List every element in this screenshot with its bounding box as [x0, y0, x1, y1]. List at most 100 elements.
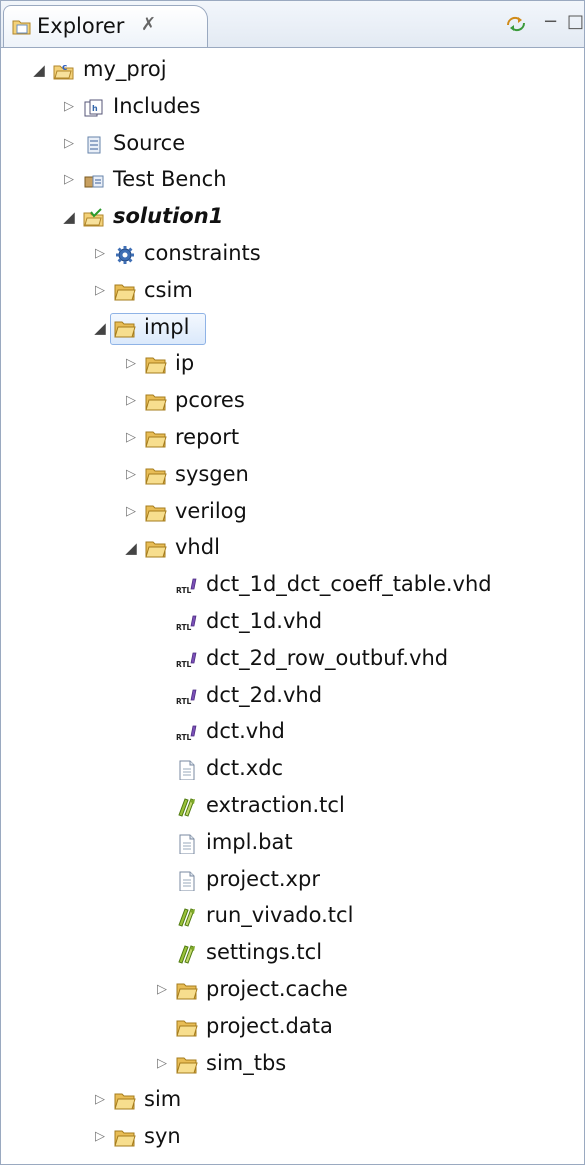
- close-icon[interactable]: ✗: [141, 14, 156, 35]
- svg-text:RTL: RTL: [176, 586, 192, 595]
- svg-text:h: h: [92, 104, 98, 113]
- expanded-twisty-icon[interactable]: ◢: [123, 538, 139, 558]
- collapsed-twisty-icon[interactable]: ▷: [92, 1127, 108, 1147]
- collapsed-twisty-icon[interactable]: ▷: [123, 428, 139, 448]
- minimize-button[interactable]: −: [543, 11, 558, 32]
- rtl-icon: RTL: [176, 615, 197, 632]
- folder-icon: [114, 1093, 136, 1110]
- tab-explorer[interactable]: Explorer ✗: [3, 5, 208, 47]
- tree-item[interactable]: RTL dct_1d.vhd: [1, 605, 584, 641]
- tab-label: Explorer: [37, 14, 125, 38]
- tree-item[interactable]: ◢ solution1: [1, 200, 584, 236]
- tree-item-label: vhdl: [175, 535, 220, 560]
- tree-item-label: project.xpr: [206, 866, 320, 891]
- link-editor-icon[interactable]: [504, 13, 528, 35]
- tree-item[interactable]: ▷ syn: [1, 1120, 584, 1156]
- collapsed-twisty-icon[interactable]: ▷: [61, 97, 77, 117]
- tree-item[interactable]: ▷ ip: [1, 347, 584, 383]
- tree-item-label: pcores: [175, 388, 245, 413]
- tree-item[interactable]: RTL dct_1d_dct_coeff_table.vhd: [1, 568, 584, 604]
- tree-item[interactable]: ◢ vhdl: [1, 531, 584, 567]
- maximize-button[interactable]: □: [567, 11, 584, 32]
- folder-icon: [145, 505, 167, 522]
- tree-item[interactable]: ▷ report: [1, 421, 584, 457]
- tcl-icon: [178, 945, 195, 964]
- tree-item[interactable]: ▷ constraints: [1, 237, 584, 273]
- tcl-icon: [178, 908, 195, 928]
- tree-item[interactable]: ▷ sim: [1, 1083, 584, 1119]
- collapsed-twisty-icon[interactable]: ▷: [123, 465, 139, 485]
- tree-item-label: verilog: [175, 498, 247, 523]
- tree-item[interactable]: ▷ h Includes: [1, 90, 584, 126]
- source-icon: [87, 136, 101, 154]
- tree-item-label: ip: [175, 351, 195, 376]
- tree-item-label: Test Bench: [113, 167, 227, 192]
- testbench-icon: [84, 175, 104, 188]
- collapsed-twisty-icon[interactable]: ▷: [123, 502, 139, 522]
- tree-item-label: dct_1d_dct_coeff_table.vhd: [206, 572, 492, 597]
- tree-item[interactable]: ▷ pcores: [1, 384, 584, 420]
- tree-item[interactable]: RTL dct.vhd: [1, 715, 584, 751]
- collapsed-twisty-icon[interactable]: ▷: [61, 134, 77, 154]
- tree-item-label: project.cache: [206, 977, 348, 1001]
- includes-icon: h: [84, 99, 103, 117]
- tree-item[interactable]: run_vivado.tcl: [1, 899, 584, 935]
- file-icon: [179, 834, 195, 854]
- folder-icon: [145, 541, 167, 558]
- rtl-icon: RTL: [176, 578, 197, 595]
- rtl-icon: RTL: [176, 726, 197, 742]
- tree-item[interactable]: ▷ sim_tbs: [1, 1047, 584, 1083]
- tree-item[interactable]: RTL dct_2d.vhd: [1, 679, 584, 715]
- collapsed-twisty-icon[interactable]: ▷: [92, 281, 108, 301]
- tree-item[interactable]: ◢ impl: [1, 311, 584, 347]
- tree-item[interactable]: ▷ project.cache: [1, 973, 584, 1009]
- collapsed-twisty-icon[interactable]: ▷: [154, 980, 170, 1000]
- tree-item[interactable]: ▷ verilog: [1, 495, 584, 531]
- expanded-twisty-icon[interactable]: ◢: [61, 207, 77, 227]
- tree-item[interactable]: ▷ sysgen: [1, 458, 584, 494]
- folder-icon: [176, 1020, 198, 1037]
- explorer-view: Explorer ✗ − □ ◢ c my_proj ▷ h Includes ▷ Sourc…: [0, 0, 585, 1165]
- tree-item[interactable]: ▷ Test Bench: [1, 163, 584, 199]
- tree-item[interactable]: RTL dct_2d_row_outbuf.vhd: [1, 642, 584, 678]
- tree-item[interactable]: project.xpr: [1, 863, 584, 899]
- tcl-icon: [178, 798, 195, 817]
- tree-item[interactable]: ▷ csim: [1, 274, 584, 310]
- svg-text:RTL: RTL: [176, 733, 192, 742]
- tree-item-label: settings.tcl: [206, 940, 323, 965]
- rtl-icon: RTL: [176, 689, 197, 706]
- tree-item-label: dct_1d.vhd: [206, 609, 323, 633]
- folder-icon: [114, 1130, 136, 1147]
- file-icon: [179, 871, 195, 891]
- svg-text:RTL: RTL: [176, 697, 192, 706]
- tree-item[interactable]: impl.bat: [1, 826, 584, 862]
- folder-icon: [145, 431, 167, 448]
- explorer-icon: [12, 20, 31, 35]
- folder-icon: [145, 394, 167, 411]
- tree-item[interactable]: extraction.tcl: [1, 789, 584, 825]
- tree-item[interactable]: ▷ Source: [1, 127, 584, 163]
- tree-item[interactable]: project.data: [1, 1010, 584, 1046]
- collapsed-twisty-icon[interactable]: ▷: [123, 391, 139, 411]
- tree-item-label: impl: [144, 314, 190, 339]
- tree-item-label: dct.xdc: [206, 756, 284, 781]
- folder-icon: [176, 1057, 198, 1074]
- collapsed-twisty-icon[interactable]: ▷: [61, 170, 77, 190]
- tree-item[interactable]: dct.xdc: [1, 752, 584, 788]
- expanded-twisty-icon[interactable]: ◢: [92, 318, 108, 338]
- collapsed-twisty-icon[interactable]: ▷: [92, 1090, 108, 1110]
- tree-item[interactable]: settings.tcl: [1, 936, 584, 972]
- tree-item-label: report: [175, 425, 240, 449]
- svg-text:RTL: RTL: [176, 623, 192, 632]
- tree-item-label: dct_2d_row_outbuf.vhd: [206, 645, 449, 670]
- collapsed-twisty-icon[interactable]: ▷: [123, 354, 139, 374]
- tree-item-label: constraints: [144, 241, 261, 265]
- tree-item-label: run_vivado.tcl: [206, 903, 354, 928]
- collapsed-twisty-icon[interactable]: ▷: [154, 1054, 170, 1074]
- tree-item-label: syn: [144, 1124, 181, 1149]
- collapsed-twisty-icon[interactable]: ▷: [92, 244, 108, 264]
- tree-item-label: sysgen: [175, 461, 249, 486]
- tree-item[interactable]: ◢ c my_proj: [1, 53, 584, 89]
- tree-item-label: sim: [144, 1087, 182, 1112]
- expanded-twisty-icon[interactable]: ◢: [31, 60, 47, 80]
